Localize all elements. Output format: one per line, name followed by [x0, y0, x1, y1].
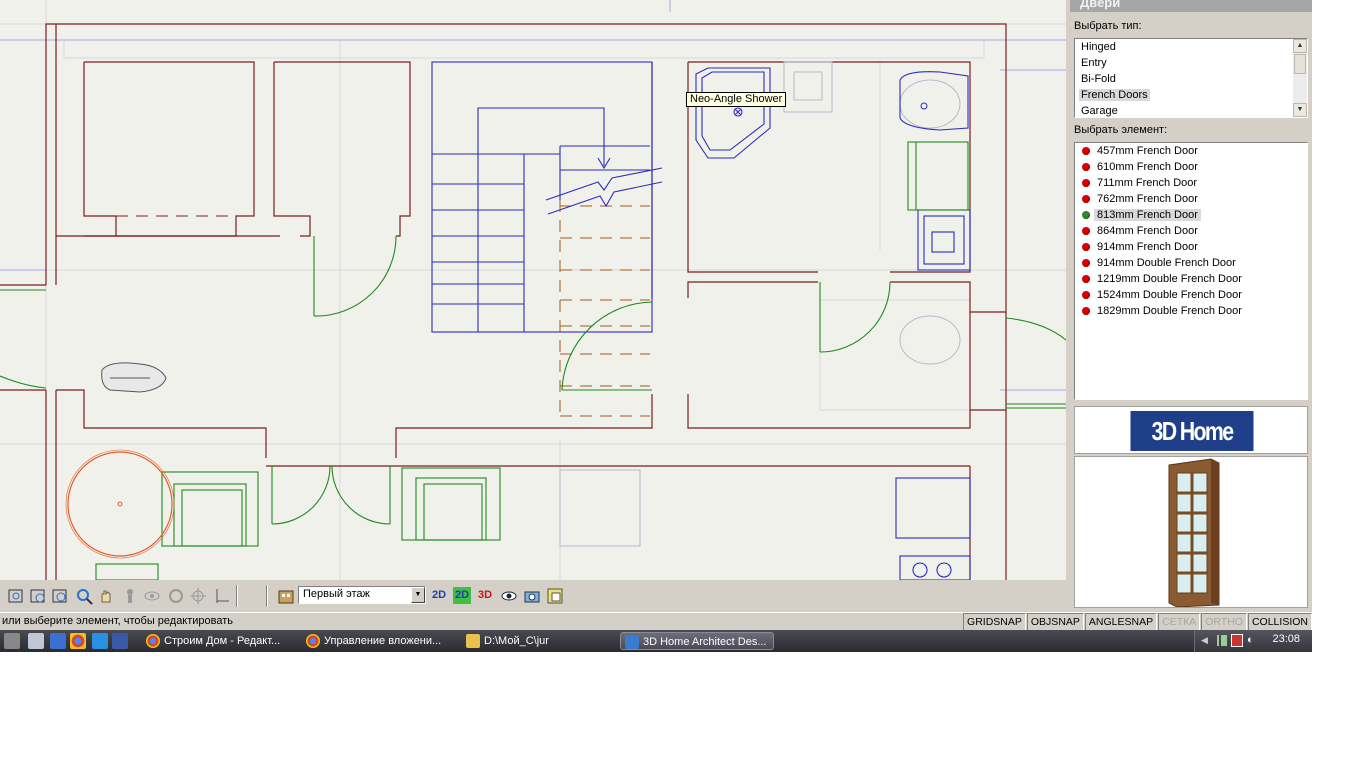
floor-plan-canvas[interactable]: Neo-Angle Shower: [0, 0, 1066, 580]
element-item[interactable]: 914mm Double French Door: [1075, 255, 1307, 271]
library-panel: Двери Выбрать тип: Hinged Entry Bi-Fold …: [1070, 0, 1312, 612]
red-dot-icon: [1082, 163, 1090, 171]
red-dot-icon: [1082, 227, 1090, 235]
element-item-selected[interactable]: 813mm French Door: [1075, 207, 1307, 223]
element-item[interactable]: 1829mm Double French Door: [1075, 303, 1307, 319]
signal-icon[interactable]: [1217, 635, 1227, 646]
floor-select-value: Первый этаж: [303, 588, 370, 600]
brand-box: 3D Home Architect: [1074, 406, 1308, 486]
scroll-down-icon[interactable]: ▼: [1293, 103, 1307, 117]
element-item[interactable]: 914mm French Door: [1075, 239, 1307, 255]
magnifier-icon[interactable]: [74, 586, 94, 606]
rotate-icon[interactable]: [166, 586, 186, 606]
door-preview: [1074, 456, 1308, 608]
zoom-in-icon[interactable]: [28, 586, 48, 606]
element-listbox[interactable]: 457mm French Door 610mm French Door 711m…: [1074, 142, 1308, 400]
status-message: или выберите элемент, чтобы редактироват…: [2, 615, 234, 627]
view-toolbar: Первый этаж ▼ 2D 2D 3D: [0, 582, 1066, 610]
system-tray: ◀ ◐ 23:08: [1194, 630, 1312, 652]
element-item[interactable]: 864mm French Door: [1075, 223, 1307, 239]
type-item[interactable]: Hinged: [1075, 39, 1307, 55]
element-item[interactable]: 457mm French Door: [1075, 143, 1307, 159]
red-dot-icon: [1082, 259, 1090, 267]
chrome-icon: [146, 634, 160, 648]
calculator-icon[interactable]: [28, 633, 44, 649]
volume-icon[interactable]: ◐: [1247, 634, 1254, 646]
panel-title: Двери: [1070, 0, 1312, 12]
red-dot-icon: [1082, 147, 1090, 155]
toolbar-separator: [266, 585, 268, 607]
eye-icon[interactable]: [499, 586, 519, 606]
gridsnap-toggle[interactable]: GRIDSNAP: [963, 613, 1026, 631]
save-disk-icon[interactable]: [50, 633, 66, 649]
zoom-out-icon[interactable]: [50, 586, 70, 606]
hand-pan-icon[interactable]: [96, 586, 116, 606]
tray-expand-icon[interactable]: ◀: [1201, 635, 1208, 646]
dimension-icon[interactable]: [212, 586, 232, 606]
collision-toggle[interactable]: COLLISION: [1247, 613, 1312, 631]
floor-icon[interactable]: [276, 586, 296, 606]
type-item[interactable]: Entry: [1075, 55, 1307, 71]
element-item[interactable]: 1219mm Double French Door: [1075, 271, 1307, 287]
red-dot-icon: [1082, 307, 1090, 315]
floor-plan-drawing[interactable]: [0, 0, 1066, 580]
clock: 23:08: [1272, 633, 1300, 645]
scroll-up-icon[interactable]: ▲: [1293, 39, 1307, 53]
anglesnap-toggle[interactable]: ANGLESNAP: [1084, 613, 1158, 631]
zoom-window-icon[interactable]: [6, 586, 26, 606]
network-icon[interactable]: [92, 633, 108, 649]
folder-icon: [466, 634, 480, 648]
objsnap-toggle[interactable]: OBJSNAP: [1026, 613, 1084, 631]
element-item[interactable]: 711mm French Door: [1075, 175, 1307, 191]
chevron-down-icon[interactable]: ▼: [411, 587, 425, 603]
type-item-selected[interactable]: French Doors: [1075, 87, 1307, 103]
home-architect-icon: [625, 635, 639, 649]
target-icon[interactable]: [188, 586, 208, 606]
taskbar-item[interactable]: Управление вложени...: [302, 632, 452, 650]
view-3d-button[interactable]: 3D: [476, 587, 494, 604]
green-dot-icon: [1082, 211, 1090, 219]
element-label: Выбрать элемент:: [1074, 124, 1168, 136]
red-dot-icon: [1082, 179, 1090, 187]
type-scrollbar[interactable]: ▲ ▼: [1293, 39, 1307, 117]
grid-toggle[interactable]: СЕТКА: [1158, 613, 1201, 631]
taskbar-item[interactable]: Строим Дом - Редакт...: [142, 632, 292, 650]
brand-logo: 3D Home Architect: [1130, 411, 1254, 486]
chrome-icon: [306, 634, 320, 648]
taskbar-item-active[interactable]: 3D Home Architect Des...: [620, 632, 774, 650]
chrome-icon[interactable]: [70, 633, 86, 649]
red-dot-icon: [1082, 243, 1090, 251]
type-listbox[interactable]: Hinged Entry Bi-Fold French Doors Garage…: [1074, 38, 1308, 118]
monitor-icon[interactable]: [112, 633, 128, 649]
app-window: Neo-Angle Shower Двери Выбрать тип: Hing…: [0, 0, 1312, 652]
type-item[interactable]: Garage: [1075, 103, 1307, 117]
type-item[interactable]: Bi-Fold: [1075, 71, 1307, 87]
view-2d-button[interactable]: 2D: [430, 587, 448, 604]
ortho-toggle[interactable]: ORTHO: [1201, 613, 1247, 631]
windows-taskbar: Строим Дом - Редакт... Управление вложен…: [0, 630, 1312, 652]
french-door-preview-icon: [1168, 458, 1220, 608]
red-dot-icon: [1082, 275, 1090, 283]
scroll-thumb[interactable]: [1294, 54, 1306, 74]
element-item[interactable]: 762mm French Door: [1075, 191, 1307, 207]
walk-icon[interactable]: [120, 586, 140, 606]
orbit-icon[interactable]: [142, 586, 162, 606]
status-bar: или выберите элемент, чтобы редактироват…: [0, 612, 1312, 631]
type-label: Выбрать тип:: [1074, 20, 1142, 32]
camera-icon[interactable]: [522, 586, 542, 606]
element-item[interactable]: 1524mm Double French Door: [1075, 287, 1307, 303]
floor-select[interactable]: Первый этаж ▼: [298, 586, 426, 604]
taskbar-item[interactable]: D:\Мой_С\jur: [462, 632, 612, 650]
alert-icon[interactable]: [1231, 634, 1243, 647]
red-dot-icon: [1082, 195, 1090, 203]
show-desktop-icon[interactable]: [4, 633, 20, 649]
element-item[interactable]: 610mm French Door: [1075, 159, 1307, 175]
snap-flags: GRIDSNAP OBJSNAP ANGLESNAP СЕТКА ORTHO C…: [962, 613, 1312, 631]
red-dot-icon: [1082, 291, 1090, 299]
view-2d-color-button[interactable]: 2D: [453, 587, 471, 604]
toolbar-separator: [236, 585, 238, 607]
layers-icon[interactable]: [545, 586, 565, 606]
object-tooltip: Neo-Angle Shower: [686, 92, 787, 107]
